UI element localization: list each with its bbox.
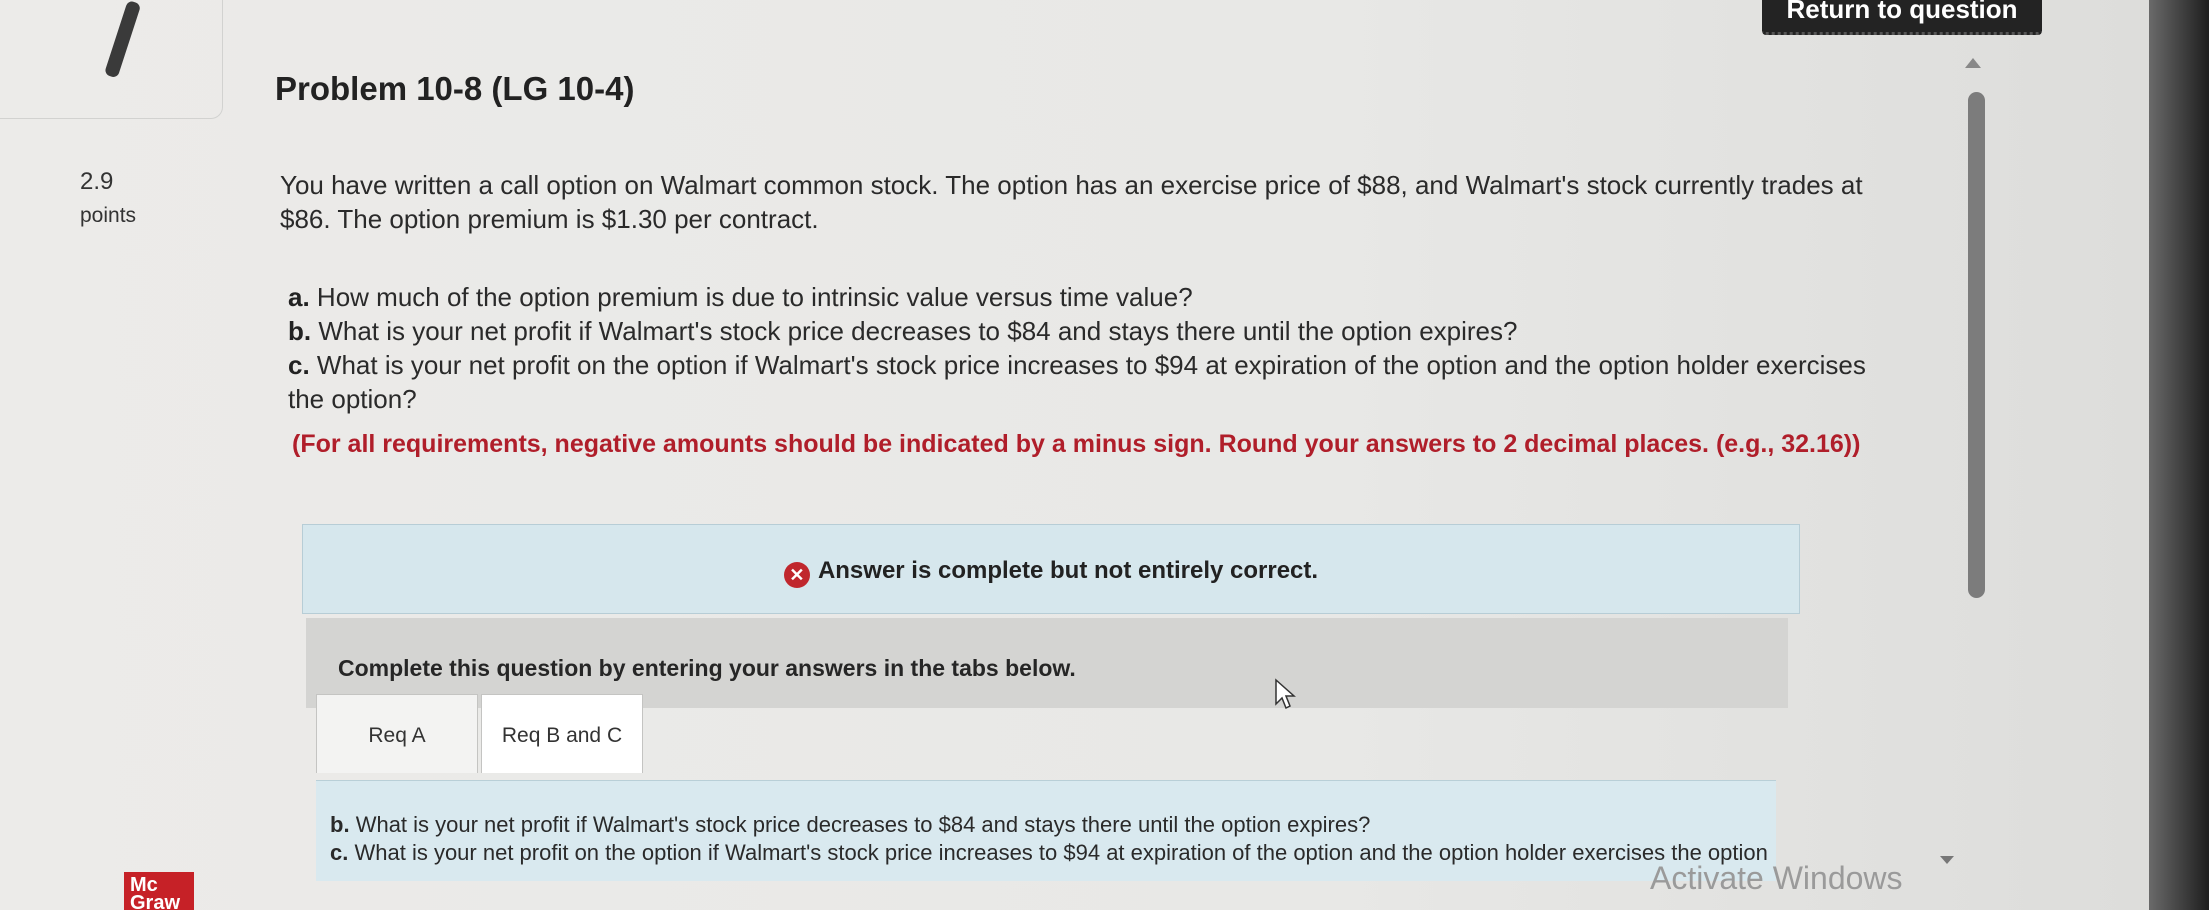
page: Return to question Problem 10-8 (LG 10-4… [0,0,2209,910]
scroll-up-arrow-icon[interactable] [1965,58,1981,68]
scrollbar-thumb[interactable] [1968,92,1985,598]
tab-content-panel: b. What is your net profit if Walmart's … [316,780,1776,881]
question-parts: a. How much of the option premium is due… [288,280,1908,416]
x-circle-icon: ✕ [783,562,810,588]
activate-windows-watermark: Activate Windows [1650,860,1903,896]
mouse-cursor-icon [1275,678,1296,710]
tab-content-part-b: b. What is your net profit if Walmart's … [330,812,1371,837]
points-value: 2.9 [80,168,114,195]
question-part-c: c. What is your net profit on the option… [288,350,1866,414]
return-to-question-button[interactable]: Return to question [1762,0,2042,35]
tab-content-part-c: c. What is your net profit on the option… [330,840,1768,865]
screen-edge [2149,0,2209,910]
tab-req-b-and-c[interactable]: Req B and C [481,694,643,773]
mcgraw-hill-logo: Mc Graw [124,872,194,910]
scroll-down-arrow-icon[interactable] [1940,856,1954,864]
problem-title: Problem 10-8 (LG 10-4) [275,70,635,107]
tab-req-a[interactable]: Req A [316,694,478,773]
feedback-text: Answer is complete but not entirely corr… [817,557,1319,584]
points-label: points [80,204,137,227]
question-part-a: a. How much of the option premium is due… [288,282,1193,312]
feedback-banner: ✕ Answer is complete but not entirely cor… [302,524,1800,614]
question-part-b: b. What is your net profit if Walmart's … [288,316,1518,346]
instruction-note: (For all requirements, negative amounts … [292,430,1861,458]
question-text: You have written a call option on Walmar… [280,170,1863,234]
